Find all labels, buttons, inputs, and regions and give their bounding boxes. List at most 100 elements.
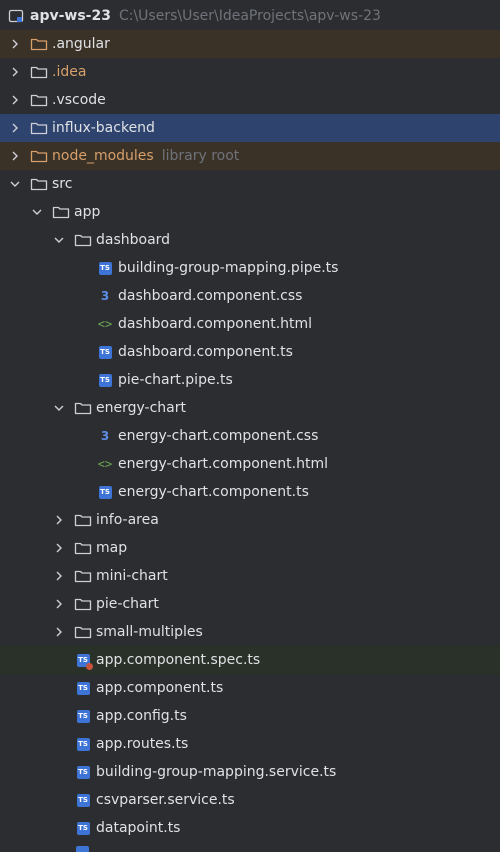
file-item[interactable]: TS pie-chart.pipe.ts xyxy=(0,366,500,394)
library-root-hint: library root xyxy=(161,148,240,164)
file-item[interactable]: <> dashboard.component.html xyxy=(0,310,500,338)
file-item[interactable]: TS app.config.ts xyxy=(0,702,500,730)
folder-icon xyxy=(74,624,92,640)
tree-item-src[interactable]: src xyxy=(0,170,500,198)
typescript-file-icon: TS xyxy=(74,764,92,780)
chevron-right-icon[interactable] xyxy=(52,597,66,611)
tree-item-energy-chart[interactable]: energy-chart xyxy=(0,394,500,422)
chevron-right-icon[interactable] xyxy=(52,569,66,583)
folder-icon xyxy=(30,148,48,164)
tree-item-node-modules[interactable]: node_modules library root xyxy=(0,142,500,170)
tree-item-label: node_modules xyxy=(52,148,154,164)
typescript-file-icon: TS xyxy=(74,792,92,808)
file-item[interactable]: 3 dashboard.component.css xyxy=(0,282,500,310)
folder-icon xyxy=(52,204,70,220)
tree-item-vscode[interactable]: .vscode xyxy=(0,86,500,114)
folder-icon xyxy=(74,400,92,416)
tree-item-mini-chart[interactable]: mini-chart xyxy=(0,562,500,590)
chevron-right-icon[interactable] xyxy=(8,65,22,79)
tree-item-label: .angular xyxy=(52,36,110,52)
html-file-icon: <> xyxy=(97,457,113,471)
tree-item-label: app xyxy=(74,204,101,220)
file-item[interactable]: TS datapoint.ts xyxy=(0,814,500,842)
tree-item-label: src xyxy=(52,176,73,192)
typescript-file-icon: TS xyxy=(96,484,114,500)
file-item[interactable]: TS app.component.ts xyxy=(0,674,500,702)
file-label: dashboard.component.ts xyxy=(118,344,293,360)
tree-item-label: energy-chart xyxy=(96,400,186,416)
css-file-icon: 3 xyxy=(100,429,110,443)
css-file-icon: 3 xyxy=(100,289,110,303)
file-item[interactable]: TS building-group-mapping.service.ts xyxy=(0,758,500,786)
tree-item-label: influx-backend xyxy=(52,120,155,136)
project-name: apv-ws-23 xyxy=(30,8,111,24)
chevron-right-icon[interactable] xyxy=(52,513,66,527)
tree-item-label: .vscode xyxy=(52,92,106,108)
tree-item-influx-backend[interactable]: influx-backend xyxy=(0,114,500,142)
chevron-right-icon[interactable] xyxy=(8,37,22,51)
folder-icon xyxy=(30,36,48,52)
module-icon xyxy=(8,8,26,24)
tree-item-label: small-multiples xyxy=(96,624,203,640)
typescript-file-icon: TS xyxy=(74,820,92,836)
tree-item-dashboard[interactable]: dashboard xyxy=(0,226,500,254)
tree-item-small-multiples[interactable]: small-multiples xyxy=(0,618,500,646)
tree-item-map[interactable]: map xyxy=(0,534,500,562)
tree-item-label: .idea xyxy=(52,64,87,80)
partial-file-icon xyxy=(76,846,89,852)
tree-item-idea[interactable]: .idea xyxy=(0,58,500,86)
tree-item-pie-chart[interactable]: pie-chart xyxy=(0,590,500,618)
chevron-down-icon[interactable] xyxy=(52,233,66,247)
folder-icon xyxy=(30,92,48,108)
file-label: energy-chart.component.html xyxy=(118,456,328,472)
file-item[interactable]: <> energy-chart.component.html xyxy=(0,450,500,478)
file-item[interactable]: TS building-group-mapping.pipe.ts xyxy=(0,254,500,282)
folder-icon xyxy=(74,232,92,248)
file-item[interactable]: 3 energy-chart.component.css xyxy=(0,422,500,450)
file-label: app.routes.ts xyxy=(96,736,189,752)
typescript-file-icon: TS xyxy=(96,372,114,388)
tree-item-label: pie-chart xyxy=(96,596,159,612)
file-item[interactable]: TS energy-chart.component.ts xyxy=(0,478,500,506)
chevron-right-icon[interactable] xyxy=(8,93,22,107)
file-item[interactable]: TS dashboard.component.ts xyxy=(0,338,500,366)
tree-item-label: dashboard xyxy=(96,232,171,248)
spec-badge-icon xyxy=(85,662,93,670)
tree-item-label: map xyxy=(96,540,128,556)
file-item[interactable]: TS app.component.spec.ts xyxy=(0,646,500,674)
chevron-down-icon[interactable] xyxy=(52,401,66,415)
file-label: pie-chart.pipe.ts xyxy=(118,372,233,388)
project-path: C:\Users\User\IdeaProjects\apv-ws-23 xyxy=(118,8,381,24)
typescript-file-icon: TS xyxy=(96,344,114,360)
file-item[interactable]: TS app.routes.ts xyxy=(0,730,500,758)
chevron-down-icon[interactable] xyxy=(8,177,22,191)
folder-icon xyxy=(74,568,92,584)
project-root-row[interactable]: apv-ws-23 C:\Users\User\IdeaProjects\apv… xyxy=(0,2,500,30)
tree-item-info-area[interactable]: info-area xyxy=(0,506,500,534)
file-label: app.component.spec.ts xyxy=(96,652,261,668)
folder-icon xyxy=(30,176,48,192)
chevron-right-icon[interactable] xyxy=(8,149,22,163)
typescript-file-icon: TS xyxy=(96,260,114,276)
folder-icon xyxy=(74,512,92,528)
typescript-file-icon: TS xyxy=(74,680,92,696)
file-label: energy-chart.component.ts xyxy=(118,484,309,500)
file-item[interactable]: TS csvparser.service.ts xyxy=(0,786,500,814)
file-label: datapoint.ts xyxy=(96,820,181,836)
file-label: csvparser.service.ts xyxy=(96,792,235,808)
file-label: energy-chart.component.css xyxy=(118,428,319,444)
file-label: app.component.ts xyxy=(96,680,224,696)
chevron-down-icon[interactable] xyxy=(30,205,44,219)
file-label: building-group-mapping.service.ts xyxy=(96,764,337,780)
chevron-right-icon[interactable] xyxy=(8,121,22,135)
chevron-right-icon[interactable] xyxy=(52,625,66,639)
chevron-right-icon[interactable] xyxy=(52,541,66,555)
typescript-file-icon: TS xyxy=(74,708,92,724)
file-label: building-group-mapping.pipe.ts xyxy=(118,260,339,276)
folder-icon xyxy=(74,540,92,556)
folder-icon xyxy=(74,596,92,612)
tree-item-app[interactable]: app xyxy=(0,198,500,226)
tree-item-angular[interactable]: .angular xyxy=(0,30,500,58)
folder-icon xyxy=(30,64,48,80)
file-label: dashboard.component.html xyxy=(118,316,313,332)
